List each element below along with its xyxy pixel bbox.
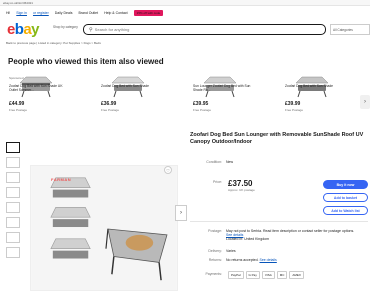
card-title[interactable]: Zoofari Dog Bed with Sun Shade UK Outlet… bbox=[9, 84, 67, 92]
thumbnail[interactable] bbox=[6, 142, 20, 153]
divider bbox=[190, 221, 368, 222]
postage-row: Postage: May not post to Serbia. Read it… bbox=[190, 229, 356, 241]
thumbnail[interactable] bbox=[6, 172, 20, 183]
add-to-basket-button[interactable]: Add to basket bbox=[323, 193, 368, 202]
card-price: £44.99 bbox=[9, 101, 25, 107]
main-product-image[interactable] bbox=[30, 165, 178, 291]
brand-outlet-link[interactable]: Brand Outlet bbox=[78, 11, 98, 15]
delivery-value: Varies bbox=[226, 249, 236, 253]
top-nav: Hi! Sign in or register Daily Deals Bran… bbox=[0, 6, 370, 19]
thumbnail[interactable] bbox=[6, 202, 20, 213]
register-link[interactable]: or register bbox=[33, 11, 49, 15]
returns-details-link[interactable]: See details bbox=[259, 258, 276, 262]
chevron-right-icon[interactable]: › bbox=[175, 205, 187, 221]
visa-icon: VISA bbox=[261, 271, 275, 279]
brand-overlay: FARMAN bbox=[51, 177, 72, 182]
delivery-row: Delivery: Varies bbox=[190, 249, 236, 253]
chevron-right-icon[interactable]: › bbox=[360, 95, 370, 109]
price-sub: Approx. UK postage bbox=[228, 188, 255, 192]
thumbnail-column bbox=[6, 142, 22, 291]
payment-methods: PayPal G Pay VISA MC AMEX bbox=[228, 271, 304, 279]
card-title[interactable]: Zoofari Dog Bed with Sun Shade bbox=[101, 84, 159, 88]
condition-row: Condition: New bbox=[190, 160, 233, 164]
ebay-logo[interactable]: ebay bbox=[7, 22, 39, 37]
thumbnail[interactable] bbox=[6, 232, 20, 243]
carousel-card[interactable]: Sponsored Zoofari Dog Bed with Sun Shade… bbox=[8, 75, 66, 125]
payments-label: Payments: bbox=[205, 272, 222, 276]
paypal-icon: PayPal bbox=[228, 271, 244, 279]
section-title: People who viewed this item also viewed bbox=[8, 57, 164, 66]
carousel-card[interactable]: Zoofari Dog Bed with Sun Shade £36.99 Fr… bbox=[100, 75, 158, 125]
card-shipping: Free Postage bbox=[9, 108, 28, 112]
mastercard-icon: MC bbox=[276, 271, 288, 279]
card-shipping: Free Postage bbox=[285, 108, 304, 112]
card-shipping: Free Postage bbox=[193, 108, 212, 112]
search-box[interactable]: ⚲ bbox=[83, 24, 326, 35]
add-to-watchlist-button[interactable]: Add to Watch list bbox=[323, 206, 368, 215]
card-price: £39.99 bbox=[285, 101, 301, 107]
gpay-icon: G Pay bbox=[245, 271, 260, 279]
card-price: £36.99 bbox=[101, 101, 117, 107]
postage-label: Postage: bbox=[208, 229, 222, 233]
returns-row: Returns: No returns accepted. See detail… bbox=[190, 258, 277, 262]
buy-now-button[interactable]: Buy it now bbox=[323, 180, 368, 189]
thumbnail[interactable] bbox=[6, 217, 20, 228]
card-title[interactable]: Sun Lounger Zoofari Dog Bed with Sun Sha… bbox=[193, 84, 251, 92]
price-value: £37.50 bbox=[228, 179, 253, 188]
greeting: Hi! bbox=[6, 10, 11, 15]
card-title[interactable]: Zoofari Dog Bed with Sun Shade bbox=[285, 84, 343, 88]
sponsored-label: Sponsored bbox=[9, 76, 24, 80]
condition-label: Condition: bbox=[206, 160, 222, 164]
category-select[interactable]: All Categories bbox=[330, 24, 370, 35]
carousel-card[interactable]: Zoofari Dog Bed with Sun Shade £39.99 Fr… bbox=[284, 75, 342, 125]
returns-value: No returns accepted. See details bbox=[226, 258, 277, 262]
postage-value: May not post to Serbia. Read item descri… bbox=[226, 229, 355, 241]
heart-icon[interactable]: ♡ bbox=[164, 166, 172, 174]
search-icon: ⚲ bbox=[89, 26, 93, 33]
price-row: Price: bbox=[190, 180, 226, 184]
card-shipping: Free Postage bbox=[101, 108, 120, 112]
url-text[interactable]: ebay.co.uk/itm/364321 bbox=[3, 1, 33, 5]
thumbnail[interactable] bbox=[6, 157, 20, 168]
search-input[interactable] bbox=[94, 27, 275, 32]
delivery-label: Delivery: bbox=[208, 249, 222, 253]
price-label: Price: bbox=[213, 180, 222, 184]
carousel-card[interactable]: Sun Lounger Zoofari Dog Bed with Sun Sha… bbox=[192, 75, 250, 125]
payments-row: Payments: bbox=[190, 272, 226, 276]
promo-badge[interactable]: 15% off with code bbox=[133, 9, 164, 16]
image-gallery: FARMAN ♡ › bbox=[6, 130, 187, 291]
help-link[interactable]: Help & Contact bbox=[104, 11, 128, 15]
daily-deals-link[interactable]: Daily Deals bbox=[55, 11, 73, 15]
also-viewed-carousel: Sponsored Zoofari Dog Bed with Sun Shade… bbox=[8, 75, 370, 125]
thumbnail[interactable] bbox=[6, 247, 20, 258]
amex-icon: AMEX bbox=[289, 271, 304, 279]
returns-label: Returns: bbox=[208, 258, 222, 262]
header: ebay Shop by category ⚲ All Categories bbox=[0, 19, 370, 41]
condition-value: New bbox=[226, 160, 234, 164]
shop-by-category[interactable]: Shop by category bbox=[53, 25, 83, 29]
product-title: Zoofari Dog Bed Sun Lounger with Removab… bbox=[190, 132, 364, 145]
breadcrumb[interactable]: Back to previous page | Listed in catego… bbox=[6, 41, 101, 45]
sign-in-link[interactable]: Sign in bbox=[16, 11, 27, 15]
card-price: £39.95 bbox=[193, 101, 209, 107]
product-details: Zoofari Dog Bed Sun Lounger with Removab… bbox=[190, 132, 370, 291]
thumbnail[interactable] bbox=[6, 187, 20, 198]
